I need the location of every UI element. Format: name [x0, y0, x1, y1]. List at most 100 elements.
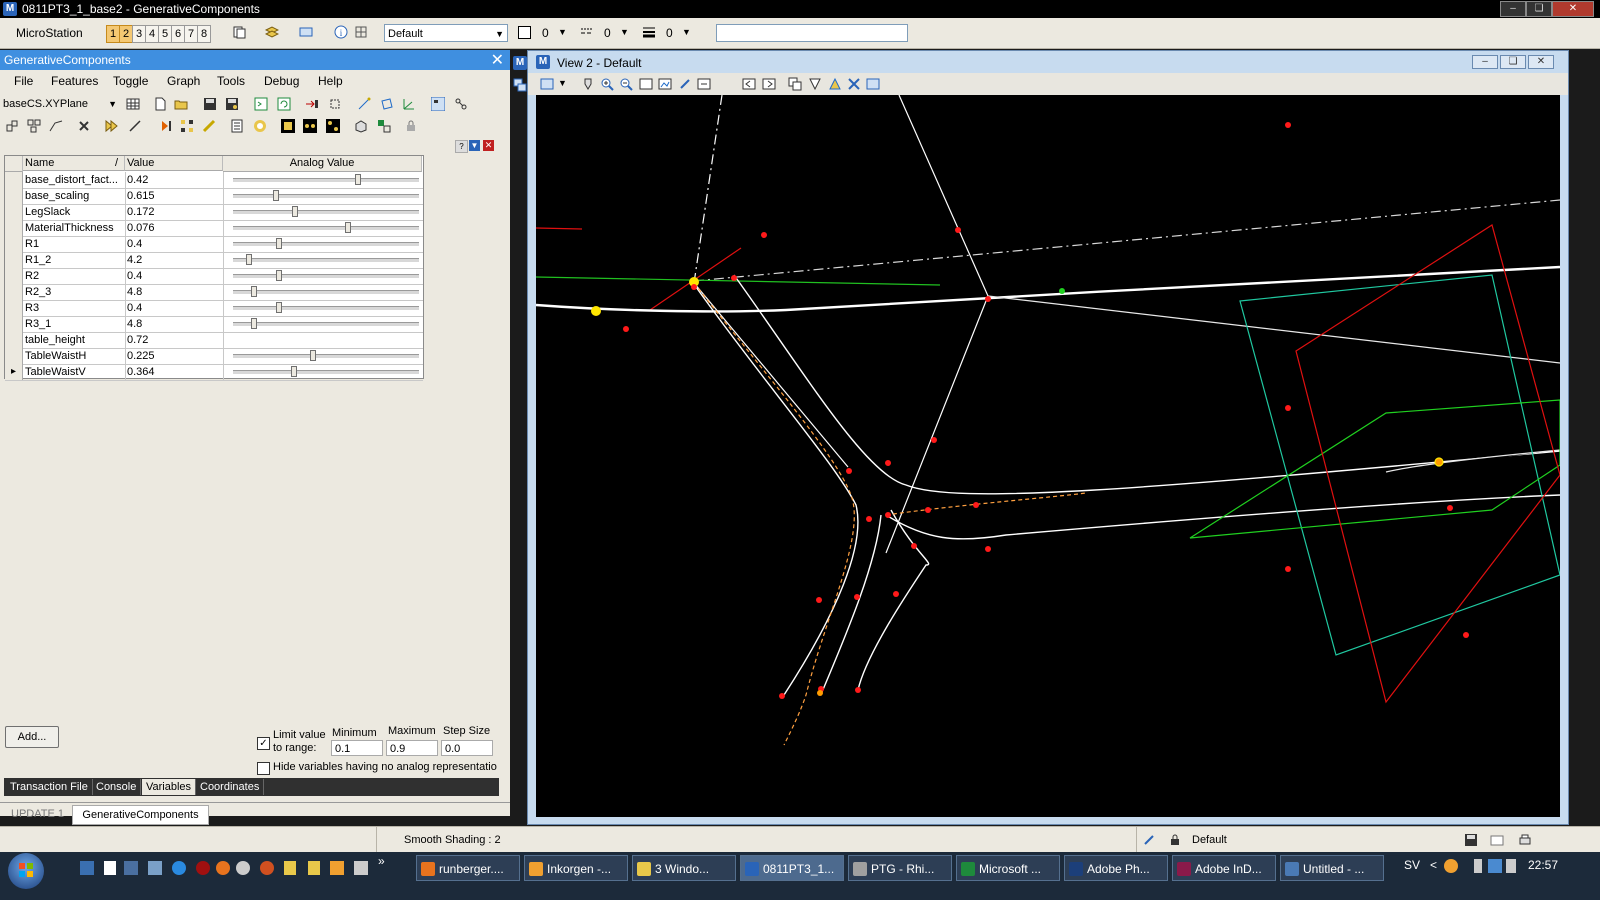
rotate-view-icon[interactable] [678, 77, 692, 91]
variable-value[interactable]: 4.2 [125, 252, 224, 268]
column-header-name[interactable]: Name / [23, 156, 125, 171]
analog-slider-track[interactable] [233, 258, 419, 263]
row-header[interactable] [5, 284, 23, 300]
chevron-down-icon[interactable]: ▼ [620, 27, 629, 37]
transform-icon[interactable] [377, 119, 391, 133]
variable-value[interactable]: 4.8 [125, 284, 224, 300]
view-next-icon[interactable] [762, 77, 776, 91]
analog-slider-thumb[interactable] [345, 222, 351, 233]
view-toggle-3[interactable]: 3 [132, 25, 146, 43]
grid-icon[interactable] [354, 25, 368, 39]
row-header[interactable] [5, 236, 23, 252]
views-icon[interactable] [513, 78, 527, 92]
tab-console[interactable]: Console [92, 779, 142, 795]
window-area-icon[interactable] [639, 77, 653, 91]
delete-icon[interactable] [77, 119, 91, 133]
style-value[interactable]: 0 [604, 26, 611, 40]
update-view-icon[interactable] [581, 77, 595, 91]
tab-coordinates[interactable]: Coordinates [196, 779, 265, 795]
help-icon[interactable]: ? [455, 140, 468, 153]
row-header[interactable] [5, 268, 23, 284]
view-toggle-8[interactable]: 8 [197, 25, 211, 43]
menu-tools[interactable]: Tools [217, 74, 245, 88]
new-file-icon[interactable] [153, 97, 167, 111]
taskbar-button[interactable]: Adobe InD... [1172, 855, 1276, 881]
save-as-icon[interactable] [225, 97, 239, 111]
key-in-field[interactable] [716, 24, 908, 42]
drawing-canvas[interactable] [536, 95, 1560, 817]
analog-slider-thumb[interactable] [276, 270, 282, 281]
variable-value[interactable]: 0.72 [125, 332, 224, 348]
mail-icon[interactable] [148, 861, 162, 875]
copy-view-icon[interactable] [788, 77, 802, 91]
variable-value[interactable]: 0.4 [125, 236, 224, 252]
menu-graph[interactable]: Graph [167, 74, 200, 88]
taskbar-button[interactable]: Microsoft ... [956, 855, 1060, 881]
message-icon[interactable] [1490, 833, 1504, 847]
add-variable-button[interactable]: Add... [5, 726, 59, 748]
zoom-out-icon[interactable] [619, 77, 633, 91]
solid-icon[interactable] [354, 119, 368, 133]
step-size-input[interactable]: 0.0 [441, 740, 493, 756]
app-icon[interactable] [260, 861, 274, 875]
analog-slider-track[interactable] [233, 194, 419, 199]
zoom-in-icon[interactable] [600, 77, 614, 91]
analog-slider-thumb[interactable] [276, 302, 282, 313]
column-header-analog[interactable]: Analog Value [223, 156, 422, 172]
script-icon[interactable] [254, 97, 268, 111]
node-graph-icon[interactable] [454, 97, 468, 111]
line-tool-icon[interactable] [357, 97, 371, 111]
menu-help[interactable]: Help [318, 74, 343, 88]
view-options-icon[interactable] [540, 77, 554, 91]
view-restore-button[interactable]: ❏ [1500, 55, 1526, 69]
ie-icon[interactable] [172, 861, 186, 875]
analog-slider-thumb[interactable] [276, 238, 282, 249]
app-icon[interactable] [354, 861, 368, 875]
measure-icon[interactable] [202, 119, 216, 133]
lock-icon[interactable] [1168, 833, 1182, 847]
weight-value[interactable]: 0 [666, 26, 673, 40]
taskbar-button[interactable]: Adobe Ph... [1064, 855, 1168, 881]
variable-value[interactable]: 0.615 [125, 188, 224, 204]
filter-icon[interactable]: ▼ [469, 140, 480, 151]
analog-slider-thumb[interactable] [273, 190, 279, 201]
taskbar-button[interactable]: Inkorgen -... [524, 855, 628, 881]
minimum-input[interactable]: 0.1 [331, 740, 383, 756]
taskbar-button[interactable]: Untitled - ... [1280, 855, 1384, 881]
camera-icon[interactable] [847, 77, 861, 91]
row-header[interactable] [5, 188, 23, 204]
table-row[interactable]: LegSlack 0.172 [5, 204, 423, 221]
component-group-icon[interactable] [27, 119, 41, 133]
table-row[interactable]: R3 0.4 [5, 300, 423, 317]
analog-slider-thumb[interactable] [251, 286, 257, 297]
view-toggle-6[interactable]: 6 [171, 25, 185, 43]
step-icon[interactable] [159, 119, 173, 133]
analog-slider-track[interactable] [233, 370, 419, 375]
variable-value[interactable]: 0.172 [125, 204, 224, 220]
more-chevron-icon[interactable]: » [378, 854, 385, 868]
row-header[interactable] [5, 316, 23, 332]
document-icon[interactable] [104, 861, 116, 875]
row-header[interactable] [5, 220, 23, 236]
analog-slider-track[interactable] [233, 306, 419, 311]
select-icon[interactable] [328, 97, 342, 111]
info-icon[interactable]: i [334, 25, 348, 39]
tab-update[interactable]: UPDATE 1 [11, 808, 64, 820]
explorer-icon[interactable] [124, 861, 138, 875]
battery-icon[interactable] [1474, 859, 1482, 873]
pan-view-icon[interactable] [697, 77, 711, 91]
table-row[interactable]: base_scaling 0.615 [5, 188, 423, 205]
plane-icon[interactable] [380, 97, 394, 111]
analog-slider-thumb[interactable] [355, 174, 361, 185]
analog-slider-track[interactable] [233, 322, 419, 327]
report-icon[interactable] [230, 119, 244, 133]
restore-window-button[interactable]: ❏ [1526, 1, 1552, 17]
analog-slider-thumb[interactable] [246, 254, 252, 265]
levels-icon[interactable] [265, 25, 279, 39]
feature-icon[interactable] [49, 119, 63, 133]
hide-variables-checkbox[interactable] [257, 762, 270, 775]
row-header[interactable] [5, 204, 23, 220]
row-header[interactable]: ▸ [5, 364, 23, 380]
tray-app-icon[interactable] [1444, 859, 1458, 873]
save-status-icon[interactable] [1464, 833, 1478, 847]
